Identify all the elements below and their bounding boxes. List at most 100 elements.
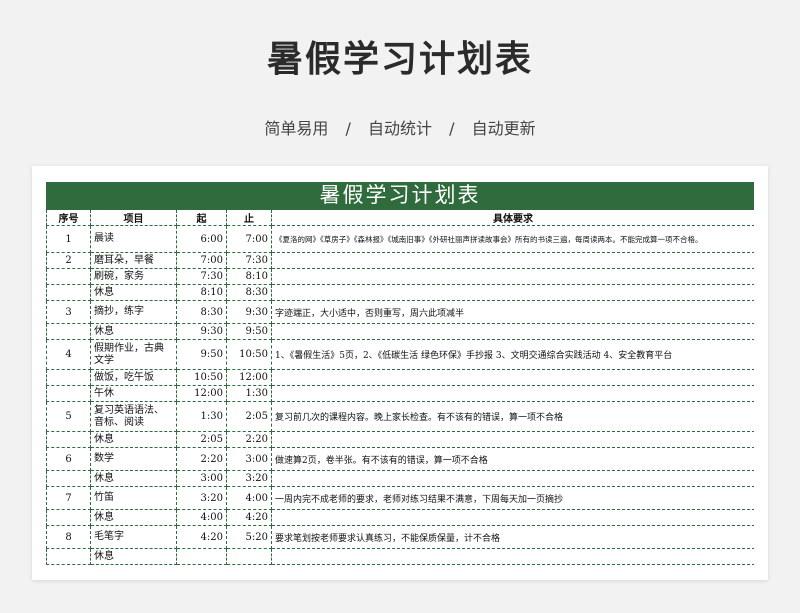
cell-requirement	[271, 323, 754, 340]
cell-end: 12:00	[226, 369, 272, 386]
col-header-end: 止	[226, 209, 272, 226]
cell-no	[46, 385, 91, 402]
cell-start: 7:30	[176, 268, 227, 285]
cell-requirement	[271, 431, 754, 448]
cell-end: 9:50	[226, 323, 272, 340]
cell-no	[46, 509, 91, 526]
table-row: 做饭，吃午饭 10:50 12:00	[46, 369, 754, 386]
col-header-item: 项目	[90, 209, 177, 226]
cell-end: 3:20	[226, 470, 272, 487]
table-row: 5 复习英语语法、音标、阅读 1:30 2:05 复习前几次的课程内容。晚上家长…	[46, 401, 754, 432]
cell-item: 休息	[90, 323, 177, 340]
col-header-no: 序号	[46, 209, 91, 226]
cell-no: 2	[46, 252, 91, 269]
preview-card: 暑假学习计划表 序号 项目 起 止 具体要求 1 晨读 6:00 7:00 《夏…	[32, 166, 768, 580]
cell-end: 4:20	[226, 509, 272, 526]
cell-item: 午休	[90, 385, 177, 402]
tag-auto-stat: 自动统计	[367, 119, 432, 138]
schedule-table: 序号 项目 起 止 具体要求 1 晨读 6:00 7:00 《夏洛的网》《草房子…	[46, 209, 754, 565]
cell-end: 4:00	[226, 486, 272, 510]
table-row: 休息 4:00 4:20	[46, 509, 754, 526]
tag-easy: 简单易用	[264, 119, 329, 138]
cell-end: 2:05	[226, 401, 272, 432]
table-row: 刷碗，家务 7:30 8:10	[46, 268, 754, 285]
cell-requirement	[271, 252, 754, 269]
cell-item: 晨读	[90, 225, 177, 253]
cell-no	[46, 369, 91, 386]
table-row: 1 晨读 6:00 7:00 《夏洛的网》《草房子》《森林报》《城南旧事》《外研…	[46, 225, 754, 253]
cell-start: 8:30	[176, 300, 227, 324]
cell-start: 2:05	[176, 431, 227, 448]
cell-requirement: 复习前几次的课程内容。晚上家长检查。有不该有的错误，算一项不合格	[271, 401, 754, 432]
cell-end: 5:20	[226, 525, 272, 549]
col-header-start: 起	[176, 209, 227, 226]
table-row: 休息 9:30 9:50	[46, 323, 754, 340]
cell-start: 3:00	[176, 470, 227, 487]
cell-no: 6	[46, 447, 91, 471]
cell-start: 8:10	[176, 284, 227, 301]
cell-end: 8:10	[226, 268, 272, 285]
table-row: 2 磨耳朵，早餐 7:00 7:30	[46, 252, 754, 269]
cell-requirement	[271, 509, 754, 526]
cell-item: 休息	[90, 509, 177, 526]
cell-requirement: 《夏洛的网》《草房子》《森林报》《城南旧事》《外研社丽声拼读故事会》所有的书读三…	[271, 225, 754, 253]
cell-requirement: 做速算2页，卷半张。有不该有的错误，算一项不合格	[271, 447, 754, 471]
page-title: 暑假学习计划表	[266, 39, 533, 80]
table-row: 休息 8:10 8:30	[46, 284, 754, 301]
cell-item: 假期作业，古典文学	[90, 339, 177, 370]
sheet-title: 暑假学习计划表	[46, 182, 754, 209]
cell-item: 磨耳朵，早餐	[90, 252, 177, 269]
cell-item: 摘抄，练字	[90, 300, 177, 324]
cell-requirement	[271, 385, 754, 402]
cell-requirement	[271, 284, 754, 301]
cell-no	[46, 268, 91, 285]
cell-item: 休息	[90, 548, 177, 565]
cell-start: 7:00	[176, 252, 227, 269]
cell-no	[46, 470, 91, 487]
cell-item: 竹笛	[90, 486, 177, 510]
table-row: 4 假期作业，古典文学 9:50 10:50 1、《暑假生活》5页，2、《低碳生…	[46, 339, 754, 370]
cell-start: 9:50	[176, 339, 227, 370]
cell-item: 刷碗，家务	[90, 268, 177, 285]
cell-requirement: 1、《暑假生活》5页，2、《低碳生活 绿色环保》手抄报 3、文明交通综合实践活动…	[271, 339, 754, 370]
cell-no	[46, 323, 91, 340]
col-header-requirement: 具体要求	[271, 209, 754, 226]
cell-no: 8	[46, 525, 91, 549]
cell-item: 休息	[90, 284, 177, 301]
cell-requirement: 要求笔划按老师要求认真练习，不能保质保量，计不合格	[271, 525, 754, 549]
cell-start: 1:30	[176, 401, 227, 432]
cell-start: 10:50	[176, 369, 227, 386]
table-row: 6 数学 2:20 3:00 做速算2页，卷半张。有不该有的错误，算一项不合格	[46, 447, 754, 471]
cell-requirement	[271, 268, 754, 285]
cell-item: 休息	[90, 431, 177, 448]
cell-end: 7:00	[226, 225, 272, 253]
table-row: 3 摘抄，练字 8:30 9:30 字迹端正，大小适中，否则重写，周六此项减半	[46, 300, 754, 324]
cell-item: 做饭，吃午饭	[90, 369, 177, 386]
cell-end: 1:30	[226, 385, 272, 402]
cell-start: 3:20	[176, 486, 227, 510]
table-row: 午休 12:00 1:30	[46, 385, 754, 402]
cell-requirement: 一周内完不成老师的要求，老师对练习结果不满意，下周每天加一页摘抄	[271, 486, 754, 510]
cell-start: 4:00	[176, 509, 227, 526]
table-row: 8 毛笔字 4:20 5:20 要求笔划按老师要求认真练习，不能保质保量，计不合…	[46, 525, 754, 549]
table-body: 1 晨读 6:00 7:00 《夏洛的网》《草房子》《森林报》《城南旧事》《外研…	[46, 225, 754, 565]
cell-end: 3:00	[226, 447, 272, 471]
table-row: 7 竹笛 3:20 4:00 一周内完不成老师的要求，老师对练习结果不满意，下周…	[46, 486, 754, 510]
cell-end	[226, 548, 272, 565]
cell-no: 4	[46, 339, 91, 370]
cell-start: 4:20	[176, 525, 227, 549]
table-header-row: 序号 项目 起 止 具体要求	[46, 209, 754, 226]
cell-start: 9:30	[176, 323, 227, 340]
cell-start	[176, 548, 227, 565]
tag-auto-update: 自动更新	[471, 119, 536, 138]
cell-end: 7:30	[226, 252, 272, 269]
table-row: 休息 2:05 2:20	[46, 431, 754, 448]
cell-item: 毛笔字	[90, 525, 177, 549]
cell-end: 10:50	[226, 339, 272, 370]
table-row: 休息 3:00 3:20	[46, 470, 754, 487]
table-row: 休息	[46, 548, 754, 565]
cell-no: 1	[46, 225, 91, 253]
tag-separator: /	[345, 119, 351, 138]
cell-requirement	[271, 548, 754, 565]
cell-item: 休息	[90, 470, 177, 487]
